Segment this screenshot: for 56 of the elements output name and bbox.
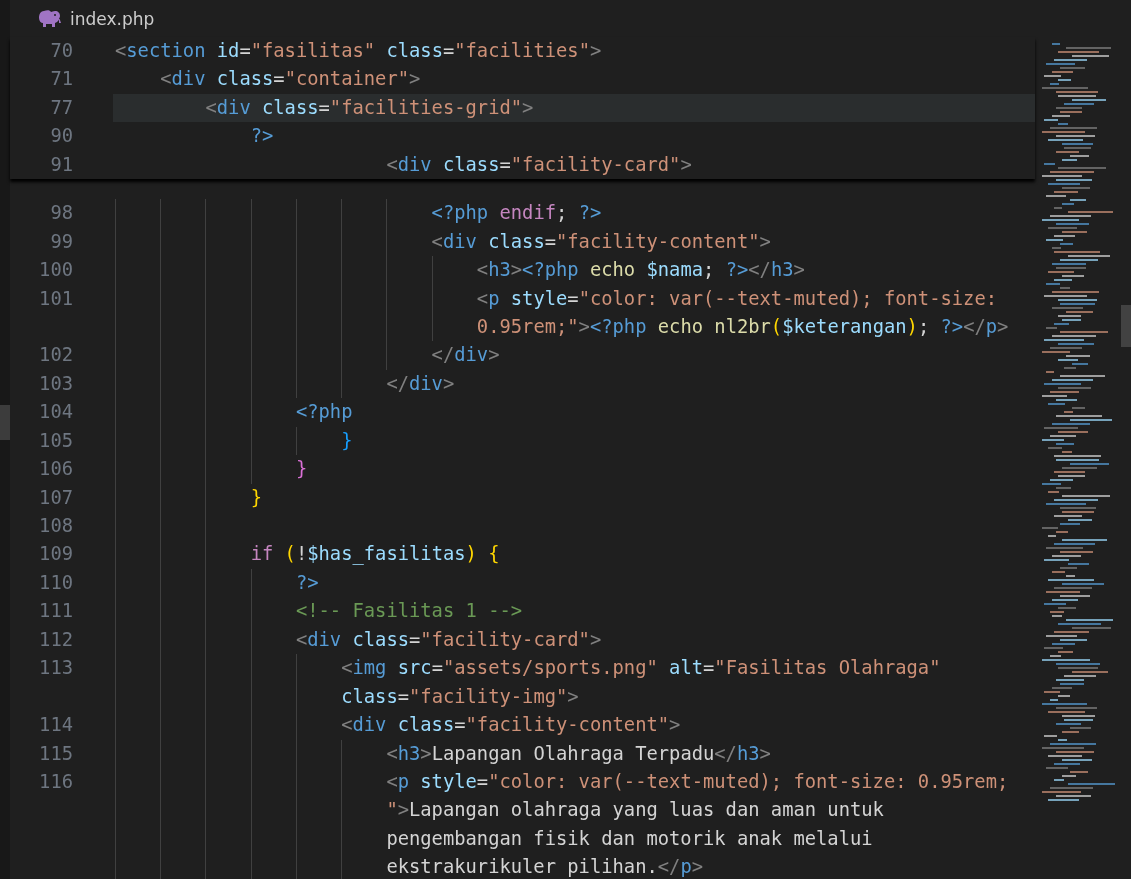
file-name[interactable]: index.php (70, 8, 155, 29)
code-line: <div class="facility-card"> (295, 628, 602, 650)
line-number: 105 (38, 428, 73, 453)
line-number: 100 (38, 258, 73, 283)
line-number: 107 (38, 485, 73, 510)
line-number: 108 (38, 514, 73, 538)
code-line: ?> (295, 571, 319, 593)
code-line: </div> (386, 372, 455, 394)
line-number: 71 (49, 67, 73, 92)
code-line: <section id="fasilitas" class="facilities"> (115, 40, 602, 61)
code-line: <p style="color: var(--text-muted); font-size: (476, 287, 997, 309)
line-number: 103 (38, 371, 73, 396)
code-line: ekstrakurikuler pilihan.</p> (386, 856, 703, 878)
line-number: 98 (49, 201, 73, 226)
code-line: <div class="container"> (160, 68, 421, 90)
code-line: if (!$has_fasilitas) { (250, 543, 500, 565)
line-number: 90 (49, 124, 73, 149)
line-number: 116 (38, 769, 73, 794)
line-number: 104 (38, 400, 73, 425)
line-number: 111 (38, 599, 73, 624)
line-number: 112 (38, 627, 73, 652)
code-line: pengembangan fisik dan motorik anak melalui (386, 827, 873, 849)
code-line: </div> (431, 344, 500, 366)
code-line: 0.95rem;"><?php echo nl2br($keterangan); ?></p> (476, 315, 1009, 337)
line-number: 113 (38, 656, 73, 681)
code-line: <h3><?php echo $nama; ?></h3> (476, 259, 805, 281)
code-line: } (250, 486, 262, 508)
line-number: 109 (38, 542, 73, 567)
code-line: ?> (250, 125, 274, 147)
line-number: 77 (49, 95, 73, 120)
elephant-icon (38, 8, 62, 29)
code-line: <div class="facility-content"> (341, 714, 681, 736)
code-line: <?php endif; ?> (431, 202, 602, 224)
code-line: <h3>Lapangan Olahraga Terpadu</h3> (386, 742, 771, 764)
code-line: <?php (295, 401, 353, 423)
line-number: 106 (38, 457, 73, 482)
line-number: 99 (49, 229, 73, 254)
code-line: <!-- Fasilitas 1 --> (295, 600, 523, 622)
code-line: <div class="facility-card"> (386, 153, 692, 175)
line-number: 101 (38, 286, 73, 311)
line-number: 70 (49, 39, 73, 63)
line-number: 102 (38, 343, 73, 368)
code-line: } (341, 429, 353, 451)
line-number: 110 (38, 570, 73, 595)
code-line: ">Lapangan olahraga yang luas dan aman untuk (386, 799, 884, 821)
line-number: 115 (38, 741, 73, 766)
scrollbar-thumb[interactable] (1121, 305, 1131, 347)
code-line: <div class="facilities-grid"> (205, 96, 534, 118)
code-line: class="facility-img"> (341, 685, 579, 707)
code-line: <p style="color: var(--text-muted); font-size: 0.95rem; (386, 770, 1009, 792)
line-number: 91 (49, 152, 73, 177)
code-line: <img src="assets/sports.png" alt="Fasilitas Olahraga" (341, 657, 941, 679)
code-line: } (295, 458, 308, 480)
code-line: <div class="facility-content"> (431, 230, 771, 252)
side-strip-marker (0, 405, 10, 440)
line-number: 114 (38, 713, 73, 738)
